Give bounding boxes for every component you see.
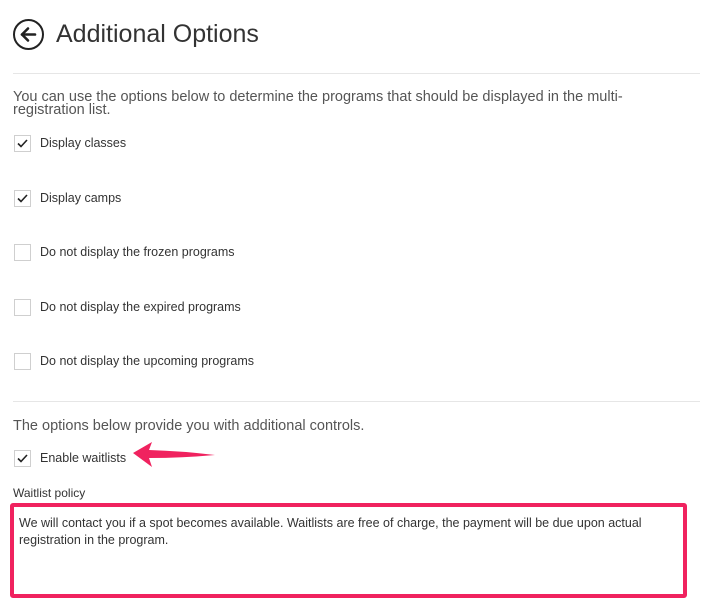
back-button[interactable]: [13, 18, 44, 50]
option-enable-waitlists[interactable]: Enable waitlists: [14, 449, 126, 467]
option-label: Do not display the frozen programs: [40, 245, 235, 259]
option-label: Enable waitlists: [40, 451, 127, 465]
checkbox[interactable]: [14, 449, 31, 467]
header-divider: [13, 73, 700, 74]
option-hide-frozen[interactable]: Do not display the frozen programs: [14, 243, 235, 261]
option-label: Do not display the expired programs: [40, 300, 241, 314]
back-arrow-icon: [20, 26, 37, 42]
annotation-arrow-icon: [133, 442, 215, 467]
intro-text: You can use the options below to determi…: [13, 89, 623, 118]
option-display-classes[interactable]: Display classes: [14, 134, 126, 152]
checkbox[interactable]: [14, 189, 31, 207]
option-hide-upcoming[interactable]: Do not display the upcoming programs: [14, 352, 254, 370]
checkbox[interactable]: [14, 352, 31, 370]
checkbox[interactable]: [14, 134, 31, 152]
option-label: Display classes: [40, 136, 127, 150]
option-label: Display camps: [40, 191, 122, 205]
option-display-camps[interactable]: Display camps: [14, 189, 121, 207]
controls-text: The options below provide you with addit…: [13, 418, 365, 434]
checkmark-icon: [17, 453, 28, 463]
checkmark-icon: [17, 138, 28, 148]
option-hide-expired[interactable]: Do not display the expired programs: [14, 298, 241, 316]
checkmark-icon: [17, 193, 28, 203]
waitlist-policy-textarea[interactable]: We will contact you if a spot becomes av…: [10, 503, 687, 598]
waitlist-policy-text: We will contact you if a spot becomes av…: [19, 516, 642, 547]
page-header: Additional Options: [13, 14, 259, 54]
page-title: Additional Options: [56, 19, 259, 48]
waitlist-policy-label: Waitlist policy: [13, 486, 86, 500]
section-divider: [13, 401, 700, 402]
checkbox[interactable]: [14, 243, 31, 261]
checkbox[interactable]: [14, 298, 31, 316]
option-label: Do not display the upcoming programs: [40, 354, 255, 368]
